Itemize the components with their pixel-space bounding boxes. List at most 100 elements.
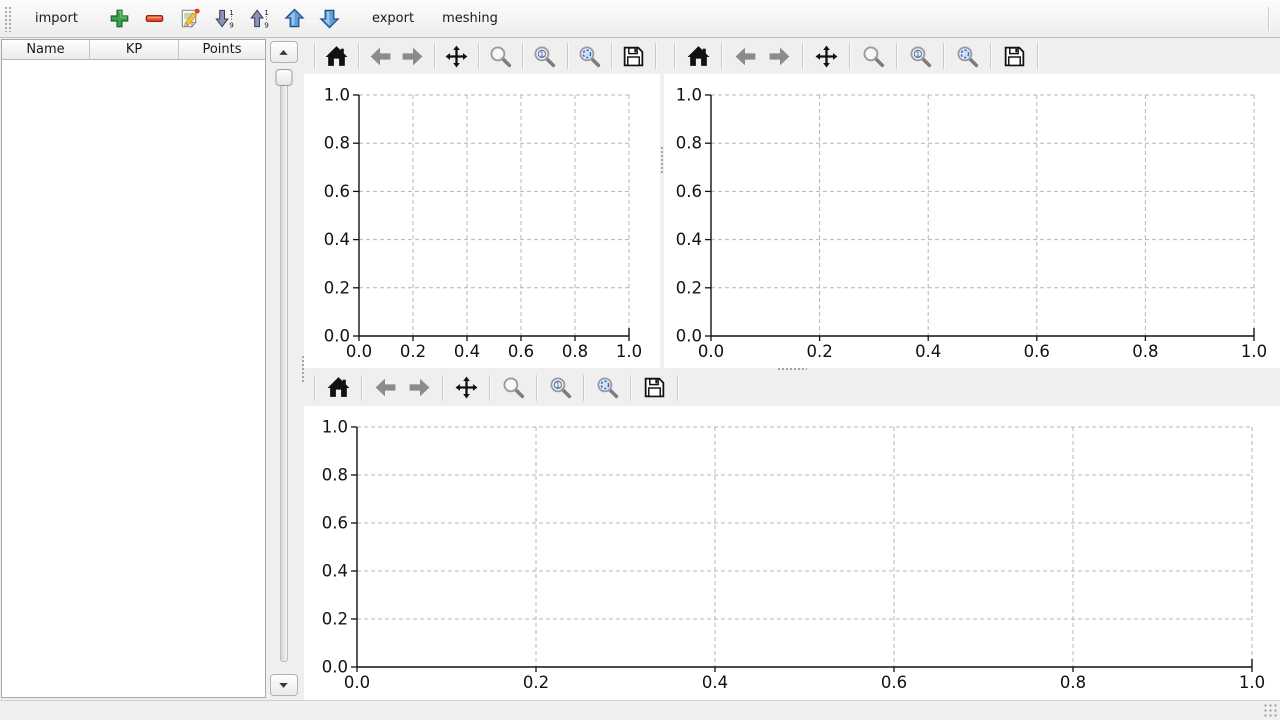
tick-label: 0.2 [523, 673, 549, 692]
tick-label: 1.0 [616, 342, 642, 361]
plots-area: 0.00.20.40.60.81.00.00.20.40.60.81.0 0.0… [304, 38, 1280, 700]
plot-splitter-horizontal[interactable] [304, 368, 1280, 369]
tick-label: 0.2 [676, 278, 702, 297]
zoom-fit-button[interactable] [952, 41, 982, 71]
back-button[interactable] [370, 373, 400, 403]
pan-button[interactable] [811, 41, 841, 71]
toolbar-separator [314, 43, 315, 69]
tick-label: 0.6 [676, 182, 702, 201]
plot-splitter-vertical[interactable] [660, 38, 664, 368]
tick-label: 0.6 [324, 182, 350, 201]
column-header-kp[interactable]: KP [90, 40, 179, 60]
forward-button[interactable] [399, 41, 426, 71]
plot-canvas-top-left[interactable]: 0.00.20.40.60.81.00.00.20.40.60.81.0 [304, 74, 660, 368]
edit-button[interactable] [176, 5, 204, 33]
sort-descending-button[interactable] [211, 5, 239, 33]
zoom-fit-button[interactable] [576, 41, 603, 71]
home-icon [326, 375, 351, 400]
home-button[interactable] [323, 373, 353, 403]
remove-button[interactable] [141, 5, 169, 33]
back-button[interactable] [367, 41, 394, 71]
move-up-button[interactable] [281, 5, 309, 33]
toolbar-drag-handle[interactable] [4, 6, 11, 32]
home-button[interactable] [683, 41, 713, 71]
column-header-points[interactable]: Points [179, 40, 265, 60]
toolbar-separator [314, 375, 315, 401]
toolbar-separator [674, 43, 675, 69]
zoom-button[interactable] [498, 373, 528, 403]
move-down-button[interactable] [316, 5, 344, 33]
plot-pane-top-right: 0.00.20.40.60.81.00.00.20.40.60.81.0 [664, 38, 1280, 368]
forward-icon [400, 44, 425, 69]
toolbar-separator [434, 43, 435, 69]
toolbar-separator [677, 375, 678, 401]
pan-button[interactable] [451, 373, 481, 403]
export-button[interactable]: export [362, 7, 424, 30]
slider-handle[interactable] [275, 69, 292, 86]
tick-label: 1.0 [676, 86, 702, 105]
back-icon [368, 44, 393, 69]
splitter-grip [301, 355, 305, 383]
forward-button[interactable] [404, 373, 434, 403]
home-button[interactable] [323, 41, 350, 71]
save-button[interactable] [639, 373, 669, 403]
toolbar-separator [630, 375, 631, 401]
plot-pane-bottom: 0.00.20.40.60.81.00.00.20.40.60.81.0 [304, 369, 1280, 700]
table-body[interactable] [2, 60, 265, 697]
zoom-one-icon [548, 375, 573, 400]
panel-splitter[interactable] [301, 38, 304, 700]
toolbar-separator [536, 375, 537, 401]
back-icon [733, 44, 758, 69]
tick-label: 0.8 [322, 466, 348, 485]
toolbar-end-separator [1268, 7, 1270, 31]
zoom-icon [501, 375, 526, 400]
sort-ascending-button[interactable] [246, 5, 274, 33]
zoom-icon [488, 44, 513, 69]
add-button[interactable] [106, 5, 134, 33]
remove-icon [143, 7, 166, 30]
pan-icon [444, 44, 469, 69]
zoom-one-button[interactable] [531, 41, 558, 71]
scroll-down-button[interactable] [270, 674, 298, 696]
plot-pane-top-left: 0.00.20.40.60.81.00.00.20.40.60.81.0 [304, 38, 660, 368]
pan-button[interactable] [443, 41, 470, 71]
toolbar-separator [990, 43, 991, 69]
plot-canvas-bottom[interactable]: 0.00.20.40.60.81.00.00.20.40.60.81.0 [304, 406, 1280, 700]
tick-label: 1.0 [1241, 342, 1267, 361]
slider-groove [280, 80, 288, 662]
save-button[interactable] [620, 41, 647, 71]
edit-icon [178, 7, 201, 30]
plot-toolbar-top-right [664, 38, 1280, 74]
resize-grip[interactable] [1264, 704, 1278, 718]
move-down-icon [318, 7, 341, 30]
sort-descending-icon [213, 7, 236, 30]
tick-label: 1.0 [1239, 673, 1265, 692]
save-button[interactable] [999, 41, 1029, 71]
tick-label: 0.4 [454, 342, 480, 361]
zoom-button[interactable] [487, 41, 514, 71]
forward-icon [407, 375, 432, 400]
tick-label: 0.8 [676, 134, 702, 153]
meshing-button[interactable]: meshing [432, 7, 508, 30]
forward-icon [767, 44, 792, 69]
zoom-one-button[interactable] [905, 41, 935, 71]
vertical-slider[interactable] [266, 69, 301, 664]
zoom-one-icon [908, 44, 933, 69]
toolbar-separator [802, 43, 803, 69]
application-window: import export meshing Name KP Points [0, 0, 1280, 720]
zoom-button[interactable] [858, 41, 888, 71]
forward-button[interactable] [764, 41, 794, 71]
zoom-fit-button[interactable] [592, 373, 622, 403]
zoom-one-button[interactable] [545, 373, 575, 403]
zoom-fit-icon [595, 375, 620, 400]
scroll-up-button[interactable] [270, 41, 298, 63]
toolbar-separator [655, 43, 656, 69]
toolbar-separator [1037, 43, 1038, 69]
column-header-name[interactable]: Name [2, 40, 90, 60]
home-icon [324, 44, 349, 69]
back-button[interactable] [730, 41, 760, 71]
tick-label: 0.0 [322, 658, 348, 677]
import-button[interactable]: import [25, 7, 88, 30]
plot-canvas-top-right[interactable]: 0.00.20.40.60.81.00.00.20.40.60.81.0 [664, 74, 1280, 368]
pan-icon [454, 375, 479, 400]
